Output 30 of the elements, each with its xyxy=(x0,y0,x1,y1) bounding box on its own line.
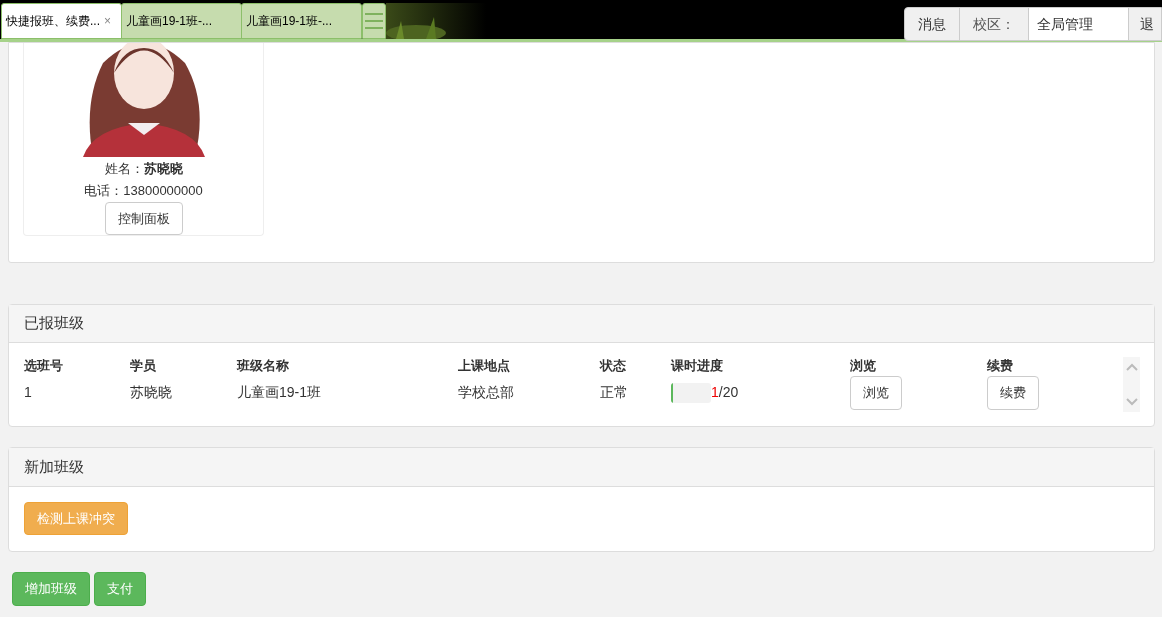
panel-title: 新加班级 xyxy=(24,456,84,477)
messages-link[interactable]: 消息 xyxy=(905,8,960,40)
logout-link[interactable]: 退 xyxy=(1129,8,1161,40)
column-header: 浏览 xyxy=(850,358,876,373)
campus-select[interactable]: 全局管理 xyxy=(1029,8,1129,40)
table-cell: 学校总部 xyxy=(458,384,514,400)
table-cell: 正常 xyxy=(600,384,628,400)
control-panel-button[interactable]: 控制面板 xyxy=(104,202,183,235)
column-header: 选班号 xyxy=(24,358,63,373)
column-header: 课时进度 xyxy=(671,358,723,373)
student-name: 姓名：苏晓晓 xyxy=(104,160,183,178)
scrollbar[interactable] xyxy=(1123,357,1140,412)
progress-text: 1/20 xyxy=(711,383,739,402)
tab[interactable]: 儿童画19-1班-... xyxy=(121,3,242,39)
table-cell: 儿童画19-1班 xyxy=(237,384,322,400)
close-icon[interactable]: × xyxy=(104,12,112,30)
column-header: 续费 xyxy=(987,358,1013,373)
table-cell: 苏晓晓 xyxy=(130,384,172,400)
column-header: 上课地点 xyxy=(458,358,510,373)
tab[interactable]: 快捷报班、续费... × xyxy=(1,3,122,39)
student-phone: 电话：13800000000 xyxy=(84,181,203,200)
column-header: 状态 xyxy=(600,358,626,373)
renew-button[interactable]: 续费 xyxy=(987,375,1039,410)
panel-title: 已报班级 xyxy=(24,313,84,334)
table-cell: 1 xyxy=(24,384,32,400)
tab[interactable]: 儿童画19-1班-... xyxy=(241,3,362,39)
column-header: 班级名称 xyxy=(237,358,289,373)
column-header: 学员 xyxy=(130,358,156,373)
menu-icon[interactable] xyxy=(362,3,386,39)
browse-button[interactable]: 浏览 xyxy=(850,375,902,410)
